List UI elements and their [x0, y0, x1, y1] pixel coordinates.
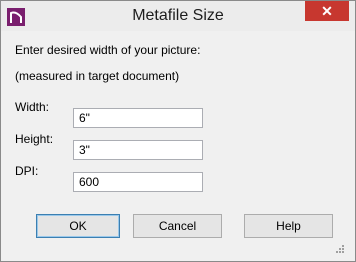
metafile-size-dialog: Metafile Size ✕ Enter desired width of y…	[0, 0, 356, 262]
instruction-line-2: (measured in target document)	[15, 69, 180, 83]
ok-button[interactable]: OK	[36, 214, 120, 238]
dpi-field[interactable]	[73, 172, 203, 192]
help-button[interactable]: Help	[244, 214, 333, 238]
width-label: Width:	[15, 100, 50, 114]
instruction-line-1: Enter desired width of your picture:	[15, 43, 201, 57]
close-icon: ✕	[321, 2, 333, 19]
height-label: Height:	[15, 132, 54, 146]
height-field[interactable]	[73, 140, 203, 160]
title-bar[interactable]: Metafile Size ✕	[1, 1, 355, 31]
cancel-button[interactable]: Cancel	[133, 214, 222, 238]
resize-grip-icon[interactable]	[334, 240, 344, 253]
window-title: Metafile Size	[132, 7, 224, 24]
width-field[interactable]	[73, 108, 203, 128]
dialog-body: Enter desired width of your picture: (me…	[9, 31, 347, 253]
close-button[interactable]: ✕	[305, 1, 349, 21]
dpi-label: DPI:	[15, 164, 39, 178]
